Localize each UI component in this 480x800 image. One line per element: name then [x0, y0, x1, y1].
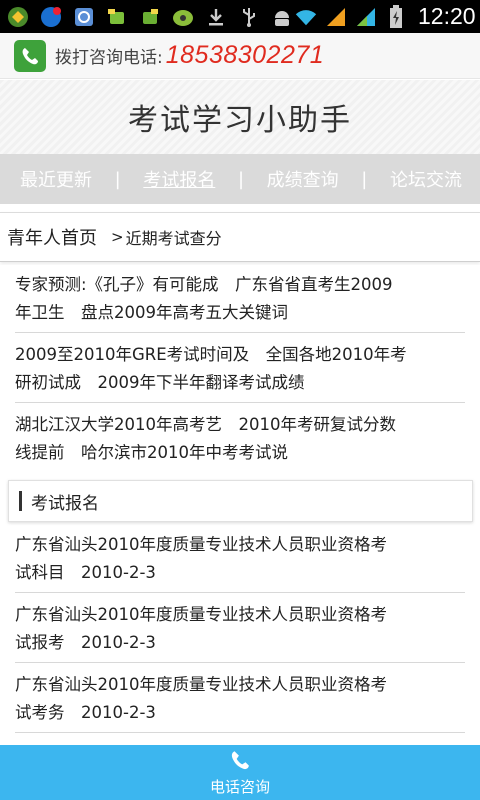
news-item[interactable]: 2009至2010年GRE考试时间及 全国各地2010年考 研初试成 2009年… [15, 341, 465, 397]
phone-number-link[interactable]: 18538302271 [166, 41, 324, 70]
section-header: 考试报名 [8, 480, 473, 522]
android-game-icon [105, 6, 129, 28]
breadcrumb-arrow-icon: > [111, 228, 124, 246]
download-icon [204, 6, 228, 28]
exam-item[interactable]: 广东省汕头2010年度质量专业技术人员职业资格考 试科目 2010-2-3 [15, 531, 465, 587]
usb-icon [237, 6, 261, 28]
exam-item-line: 广东省汕头2010年度质量专业技术人员职业资格考 [15, 675, 387, 694]
divider [15, 732, 465, 733]
nav-separator: | [114, 168, 121, 190]
nav-separator: | [361, 168, 368, 190]
android-game-icon [138, 6, 162, 28]
breadcrumb-home-link[interactable]: 青年人首页 [7, 224, 97, 250]
page-title: 考试学习小助手 [128, 103, 352, 138]
exam-item[interactable]: 广东省汕头2010年度质量专业技术人员职业资格考 试报考 2010-2-3 [15, 601, 465, 657]
nav-separator: | [237, 168, 245, 190]
status-bar: 12:20 [0, 0, 480, 33]
content-list: 专家预测:《孔子》有可能成 广东省省直考生2009 年卫生 盘点2009年高考五… [0, 265, 480, 745]
exam-item-line: 试科目 2010-2-3 [15, 563, 156, 582]
news-item-line: 专家预测:《孔子》有可能成 广东省省直考生2009 [15, 275, 393, 294]
divider [15, 402, 465, 403]
exam-item-line: 广东省汕头2010年度质量专业技术人员职业资格考 [15, 605, 387, 624]
phone-consult-label: 电话咨询 [209, 777, 270, 796]
news-item-line: 年卫生 盘点2009年高考五大关键词 [15, 303, 288, 322]
qq-notification-icon [39, 6, 63, 28]
mms-icon [72, 6, 96, 28]
nav-forum[interactable]: 论坛交流 [390, 166, 462, 192]
phone-icon[interactable] [14, 39, 46, 72]
phone-icon [229, 749, 251, 775]
breadcrumb: 青年人首页 > 近期考试查分 [0, 212, 480, 262]
exam-item-line: 广东省汕头2010年度质量专业技术人员职业资格考 [15, 535, 387, 554]
nav-recent-updates[interactable]: 最近更新 [20, 166, 92, 192]
news-item-line: 研初试成 2009年下半年翻译考试成绩 [15, 373, 305, 392]
news-item[interactable]: 湖北江汉大学2010年高考艺 2010年考研复试分数 线提前 哈尔滨市2010年… [15, 411, 465, 467]
exam-item-line: 试考务 2010-2-3 [15, 703, 156, 722]
phone-label: 拨打咨询电话: [55, 48, 163, 68]
news-item-line: 湖北江汉大学2010年高考艺 2010年考研复试分数 [15, 415, 396, 434]
nav-score-query[interactable]: 成绩查询 [267, 166, 339, 192]
status-time: 12:20 [418, 3, 476, 29]
app-icon [171, 6, 195, 28]
divider [15, 662, 465, 663]
phone-consult-button[interactable]: 电话咨询 [0, 745, 480, 800]
nav-exam-registration[interactable]: 考试报名 [143, 166, 215, 192]
section-marker [19, 491, 22, 511]
exam-item-line: 试报考 2010-2-3 [15, 633, 156, 652]
signal-icon [354, 6, 378, 28]
signal-icon [324, 6, 348, 28]
breadcrumb-current: 近期考试查分 [125, 229, 222, 248]
divider [15, 592, 465, 593]
news-item-line: 线提前 哈尔滨市2010年中考考试说 [15, 443, 288, 462]
phone-consult-bar[interactable]: 拨打咨询电话: 18538302271 [0, 33, 480, 79]
section-title: 考试报名 [31, 493, 99, 514]
news-item[interactable]: 专家预测:《孔子》有可能成 广东省省直考生2009 年卫生 盘点2009年高考五… [15, 271, 465, 327]
exam-item[interactable]: 广东省汕头2010年度质量专业技术人员职业资格考 试考务 2010-2-3 [15, 671, 465, 727]
android-icon [270, 6, 294, 28]
pandaspace-icon [6, 6, 30, 28]
battery-icon [384, 4, 408, 28]
divider [15, 332, 465, 333]
app-header: 考试学习小助手 [0, 80, 480, 154]
main-nav: 最近更新 | 考试报名 | 成绩查询 | 论坛交流 [0, 154, 480, 204]
news-item-line: 2009至2010年GRE考试时间及 全国各地2010年考 [15, 345, 407, 364]
wifi-icon [294, 6, 318, 28]
